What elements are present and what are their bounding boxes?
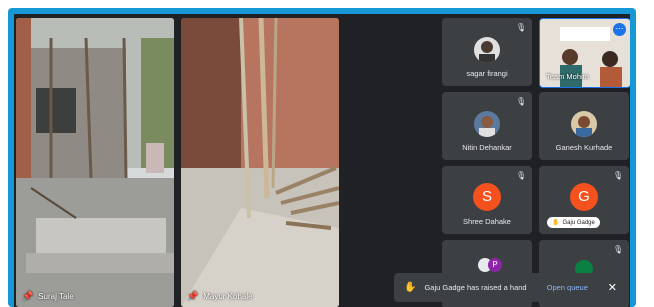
mic-off-icon: 🎙 bbox=[613, 245, 624, 254]
tile-nitin-dehankar[interactable]: 🎙 Nitin Dehankar bbox=[442, 92, 532, 160]
avatar-letter: S bbox=[473, 183, 501, 211]
close-icon[interactable]: ✕ bbox=[608, 281, 617, 294]
mic-off-icon: 🎙 bbox=[613, 171, 624, 180]
notification-message: Gaju Gadge has raised a hand bbox=[424, 283, 527, 292]
brick-wall-scene-image bbox=[181, 18, 339, 307]
meeting-window: 📌 Suraj Tale 📌 Mayur Kohale 🎙 sagar fira… bbox=[14, 14, 630, 307]
participant-name: Team Mohim bbox=[546, 72, 589, 81]
mic-off-icon: 🎙 bbox=[516, 171, 527, 180]
participant-name: Suraj Tale bbox=[38, 292, 74, 301]
mic-off-icon: 🎙 bbox=[516, 23, 527, 32]
tile-gaju-gadge[interactable]: 🎙 G ✋ Gaju Gadge bbox=[539, 166, 629, 234]
tile-team-mohim[interactable]: ⋯ Team Mohim bbox=[539, 18, 630, 88]
avatar bbox=[474, 111, 500, 137]
avatar-letter: G bbox=[570, 183, 598, 211]
pin-icon[interactable]: 📌 bbox=[187, 291, 198, 302]
tile-shree-dahake[interactable]: 🎙 S Shree Dahake bbox=[442, 166, 532, 234]
participant-name: Shree Dahake bbox=[463, 217, 511, 226]
avatar bbox=[571, 111, 597, 137]
tile-sagar-firangi[interactable]: 🎙 sagar firangi bbox=[442, 18, 532, 86]
feed-name-label: 📌 Suraj Tale bbox=[22, 291, 74, 302]
participant-name: Ganesh Kurhade bbox=[555, 143, 613, 152]
raised-hand-badge: ✋ Gaju Gadge bbox=[547, 217, 600, 228]
avatar-letter: P bbox=[488, 258, 502, 272]
participant-name: Mayur Kohale bbox=[203, 292, 253, 301]
tile-ganesh-kurhade[interactable]: Ganesh Kurhade bbox=[539, 92, 629, 160]
construction-scene-image bbox=[16, 18, 174, 307]
avatar bbox=[474, 37, 500, 63]
video-feed-suraj[interactable]: 📌 Suraj Tale bbox=[16, 18, 174, 307]
hand-icon: ✋ bbox=[404, 282, 417, 293]
mic-off-icon: 🎙 bbox=[516, 97, 527, 106]
hand-icon: ✋ bbox=[552, 220, 560, 226]
raised-hand-notification: ✋ Gaju Gadge has raised a hand Open queu… bbox=[394, 273, 627, 302]
feed-name-label: 📌 Mayur Kohale bbox=[187, 291, 253, 302]
pin-icon[interactable]: 📌 bbox=[22, 291, 33, 302]
open-queue-button[interactable]: Open queue bbox=[547, 283, 588, 292]
more-options-icon[interactable]: ⋯ bbox=[613, 23, 626, 36]
participant-name: sagar firangi bbox=[466, 69, 508, 78]
participant-name: Nitin Dehankar bbox=[462, 143, 512, 152]
video-feed-mayur[interactable]: 📌 Mayur Kohale bbox=[181, 18, 339, 307]
